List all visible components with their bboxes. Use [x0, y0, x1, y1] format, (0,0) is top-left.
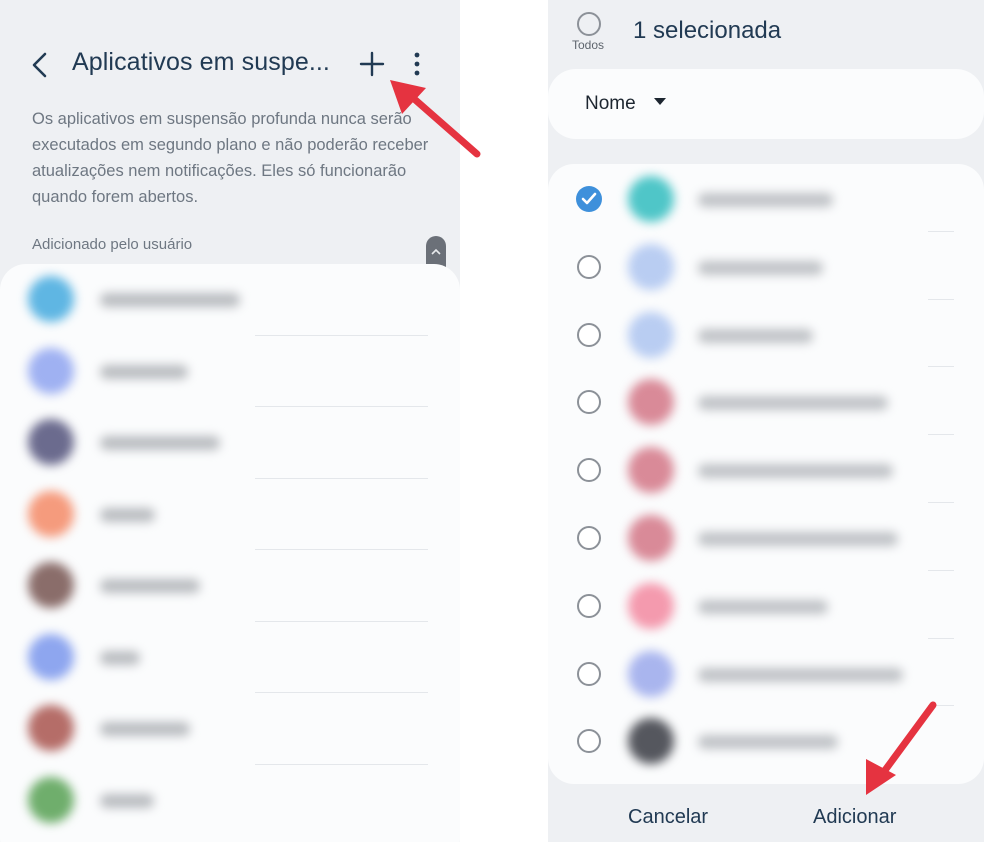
app-icon — [628, 515, 674, 561]
checkmark-icon — [581, 192, 597, 205]
app-name-blurred — [698, 667, 903, 682]
list-item[interactable] — [548, 571, 984, 639]
app-icon — [628, 650, 674, 697]
annotation-arrow-icon — [390, 80, 481, 158]
app-icon — [28, 419, 74, 465]
app-name-blurred — [698, 260, 823, 275]
checkbox[interactable] — [577, 458, 601, 483]
app-name-blurred — [698, 735, 838, 750]
app-name-blurred — [698, 328, 813, 343]
list-item[interactable] — [0, 407, 460, 479]
app-icon — [628, 718, 674, 765]
description-text: Os aplicativos em suspensão profunda nun… — [32, 110, 429, 206]
app-icon — [628, 379, 674, 426]
list-item[interactable] — [548, 300, 984, 368]
list-item[interactable] — [0, 765, 460, 837]
sort-dropdown[interactable]: Nome — [548, 69, 984, 139]
app-name-blurred — [698, 193, 833, 207]
page-title: Aplicativos em suspe... — [72, 48, 330, 76]
checkbox[interactable] — [577, 593, 601, 618]
app-name-blurred — [698, 532, 898, 546]
app-name-blurred — [100, 436, 220, 450]
list-item[interactable] — [548, 164, 984, 232]
app-icon — [28, 347, 74, 394]
app-name-blurred — [698, 396, 888, 411]
app-name-blurred — [100, 722, 190, 736]
list-item[interactable] — [0, 336, 460, 407]
app-icon — [28, 633, 74, 680]
checkbox[interactable] — [577, 729, 601, 754]
app-icon — [628, 447, 674, 494]
list-item[interactable] — [0, 622, 460, 693]
app-select-list — [548, 164, 984, 784]
app-name-blurred — [100, 650, 140, 665]
section-header: Adicionado pelo usuário — [32, 236, 193, 253]
list-item[interactable] — [548, 232, 984, 300]
app-icon — [628, 582, 674, 629]
app-icon — [28, 276, 74, 322]
app-icon — [628, 243, 674, 290]
cancel-button[interactable]: Cancelar — [628, 806, 708, 829]
list-item[interactable] — [0, 550, 460, 622]
app-name-blurred — [698, 464, 893, 479]
checkbox[interactable] — [577, 322, 601, 347]
list-item[interactable] — [0, 479, 460, 550]
list-item[interactable] — [548, 435, 984, 503]
add-button[interactable]: Adicionar — [813, 806, 896, 829]
checkbox[interactable] — [577, 254, 601, 279]
list-item[interactable] — [0, 693, 460, 765]
checkbox[interactable] — [577, 661, 601, 686]
app-icon — [628, 311, 674, 358]
caret-down-icon — [654, 98, 666, 105]
select-all-checkbox[interactable] — [577, 12, 601, 36]
checkbox[interactable] — [577, 390, 601, 415]
app-name-blurred — [698, 599, 828, 614]
list-item[interactable] — [548, 367, 984, 436]
app-name-blurred — [100, 793, 154, 808]
selection-count: 1 selecionada — [633, 17, 782, 44]
app-name-blurred — [100, 579, 200, 593]
checkbox-checked[interactable] — [576, 186, 602, 212]
app-icon — [28, 490, 74, 537]
select-all-label: Todos — [572, 38, 605, 52]
list-item[interactable] — [0, 264, 460, 336]
checkbox[interactable] — [577, 526, 601, 550]
app-name-blurred — [100, 364, 188, 379]
app-icon — [28, 776, 74, 823]
sort-label: Nome — [585, 93, 636, 114]
back-arrow-icon[interactable] — [28, 50, 52, 80]
app-name-blurred — [100, 293, 240, 307]
app-name-blurred — [100, 507, 155, 522]
app-icon — [28, 562, 74, 608]
app-icon — [628, 176, 674, 222]
annotation-arrow-icon — [866, 701, 937, 795]
app-icon — [28, 705, 74, 751]
app-list — [0, 264, 460, 842]
list-item[interactable] — [548, 503, 984, 571]
